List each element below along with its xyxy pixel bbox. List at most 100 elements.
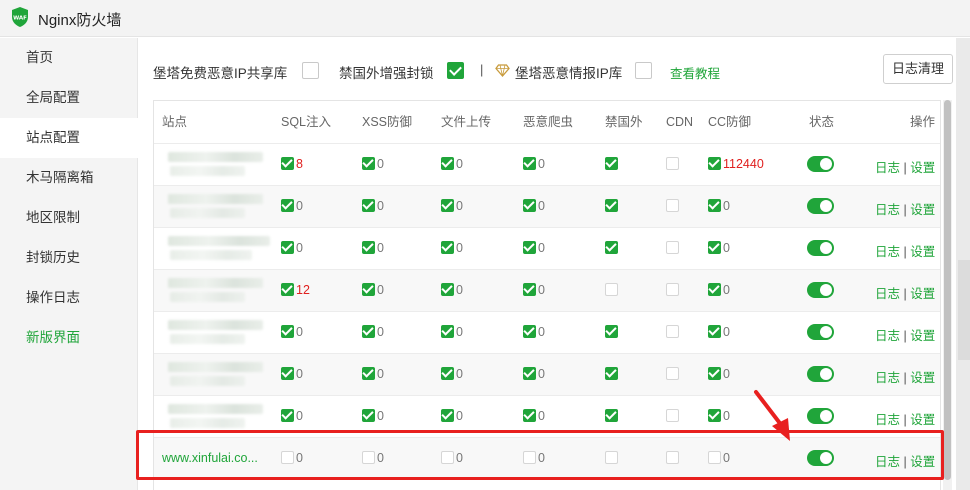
upload-checkbox[interactable] xyxy=(441,199,454,212)
sql-checkbox[interactable] xyxy=(281,325,294,338)
cell-foreign xyxy=(605,199,618,215)
xss-checkbox[interactable] xyxy=(362,367,375,380)
crawler-checkbox[interactable] xyxy=(523,283,536,296)
log-link[interactable]: 日志 xyxy=(875,455,900,469)
crawler-checkbox[interactable] xyxy=(523,157,536,170)
sidebar-item-block-history[interactable]: 封锁历史 xyxy=(0,238,138,278)
block-foreign-checkbox[interactable] xyxy=(447,62,464,79)
cdn-checkbox[interactable] xyxy=(666,199,679,212)
log-link[interactable]: 日志 xyxy=(875,245,900,259)
cc-checkbox[interactable] xyxy=(708,283,721,296)
sidebar-item-home[interactable]: 首页 xyxy=(0,38,138,78)
table-scrollbar[interactable] xyxy=(943,100,952,490)
crawler-checkbox[interactable] xyxy=(523,367,536,380)
cc-checkbox[interactable] xyxy=(708,325,721,338)
upload-checkbox[interactable] xyxy=(441,409,454,422)
status-toggle[interactable] xyxy=(807,198,834,214)
sql-checkbox[interactable] xyxy=(281,199,294,212)
xss-checkbox[interactable] xyxy=(362,241,375,254)
sql-checkbox[interactable] xyxy=(281,241,294,254)
log-link[interactable]: 日志 xyxy=(875,329,900,343)
sql-checkbox[interactable] xyxy=(281,157,294,170)
xss-checkbox[interactable] xyxy=(362,409,375,422)
status-toggle[interactable] xyxy=(807,282,834,298)
xss-checkbox[interactable] xyxy=(362,157,375,170)
cc-count: 0 xyxy=(723,367,730,381)
sql-checkbox[interactable] xyxy=(281,283,294,296)
foreign-checkbox[interactable] xyxy=(605,451,618,464)
crawler-checkbox[interactable] xyxy=(523,241,536,254)
foreign-checkbox[interactable] xyxy=(605,367,618,380)
tutorial-link[interactable]: 查看教程 xyxy=(670,63,720,82)
site-name[interactable]: www.xinfulai.co... xyxy=(162,451,258,465)
scrollbar-thumb[interactable] xyxy=(944,100,951,480)
cdn-checkbox[interactable] xyxy=(666,241,679,254)
settings-link[interactable]: 设置 xyxy=(910,287,935,301)
sidebar-item-site-config[interactable]: 站点配置 xyxy=(0,118,138,158)
log-link[interactable]: 日志 xyxy=(875,413,900,427)
sql-checkbox[interactable] xyxy=(281,451,294,464)
cc-checkbox[interactable] xyxy=(708,367,721,380)
cc-checkbox[interactable] xyxy=(708,409,721,422)
log-link[interactable]: 日志 xyxy=(875,161,900,175)
cc-checkbox[interactable] xyxy=(708,451,721,464)
cdn-checkbox[interactable] xyxy=(666,409,679,422)
sidebar-item-global-config[interactable]: 全局配置 xyxy=(0,78,138,118)
log-link[interactable]: 日志 xyxy=(875,287,900,301)
settings-link[interactable]: 设置 xyxy=(910,161,935,175)
status-toggle[interactable] xyxy=(807,408,834,424)
status-toggle[interactable] xyxy=(807,366,834,382)
cdn-checkbox[interactable] xyxy=(666,157,679,170)
site-name-redacted xyxy=(170,250,252,260)
crawler-count: 0 xyxy=(538,157,545,171)
status-toggle[interactable] xyxy=(807,450,834,466)
cdn-checkbox[interactable] xyxy=(666,283,679,296)
foreign-checkbox[interactable] xyxy=(605,241,618,254)
cdn-checkbox[interactable] xyxy=(666,367,679,380)
log-link[interactable]: 日志 xyxy=(875,371,900,385)
crawler-checkbox[interactable] xyxy=(523,325,536,338)
sql-checkbox[interactable] xyxy=(281,409,294,422)
upload-checkbox[interactable] xyxy=(441,325,454,338)
upload-checkbox[interactable] xyxy=(441,157,454,170)
settings-link[interactable]: 设置 xyxy=(910,329,935,343)
status-toggle[interactable] xyxy=(807,240,834,256)
sql-checkbox[interactable] xyxy=(281,367,294,380)
cc-checkbox[interactable] xyxy=(708,241,721,254)
crawler-checkbox[interactable] xyxy=(523,451,536,464)
settings-link[interactable]: 设置 xyxy=(910,371,935,385)
foreign-checkbox[interactable] xyxy=(605,325,618,338)
foreign-checkbox[interactable] xyxy=(605,409,618,422)
intel-ip-checkbox[interactable] xyxy=(635,62,652,79)
foreign-checkbox[interactable] xyxy=(605,157,618,170)
sidebar-item-new-ui[interactable]: 新版界面 xyxy=(0,318,138,358)
log-link[interactable]: 日志 xyxy=(875,203,900,217)
settings-link[interactable]: 设置 xyxy=(910,245,935,259)
foreign-checkbox[interactable] xyxy=(605,283,618,296)
upload-checkbox[interactable] xyxy=(441,451,454,464)
status-toggle[interactable] xyxy=(807,324,834,340)
settings-link[interactable]: 设置 xyxy=(910,413,935,427)
cdn-checkbox[interactable] xyxy=(666,325,679,338)
upload-checkbox[interactable] xyxy=(441,283,454,296)
shared-ip-checkbox[interactable] xyxy=(302,62,319,79)
status-toggle[interactable] xyxy=(807,156,834,172)
crawler-checkbox[interactable] xyxy=(523,409,536,422)
cc-checkbox[interactable] xyxy=(708,157,721,170)
xss-checkbox[interactable] xyxy=(362,451,375,464)
cc-checkbox[interactable] xyxy=(708,199,721,212)
cdn-checkbox[interactable] xyxy=(666,451,679,464)
sidebar-item-trojan-quarantine[interactable]: 木马隔离箱 xyxy=(0,158,138,198)
clear-logs-button[interactable]: 日志清理 xyxy=(883,54,953,84)
xss-checkbox[interactable] xyxy=(362,325,375,338)
settings-link[interactable]: 设置 xyxy=(910,455,935,469)
sidebar-item-operation-log[interactable]: 操作日志 xyxy=(0,278,138,318)
xss-checkbox[interactable] xyxy=(362,283,375,296)
crawler-checkbox[interactable] xyxy=(523,199,536,212)
sidebar-item-region-limit[interactable]: 地区限制 xyxy=(0,198,138,238)
foreign-checkbox[interactable] xyxy=(605,199,618,212)
upload-checkbox[interactable] xyxy=(441,241,454,254)
settings-link[interactable]: 设置 xyxy=(910,203,935,217)
upload-checkbox[interactable] xyxy=(441,367,454,380)
xss-checkbox[interactable] xyxy=(362,199,375,212)
